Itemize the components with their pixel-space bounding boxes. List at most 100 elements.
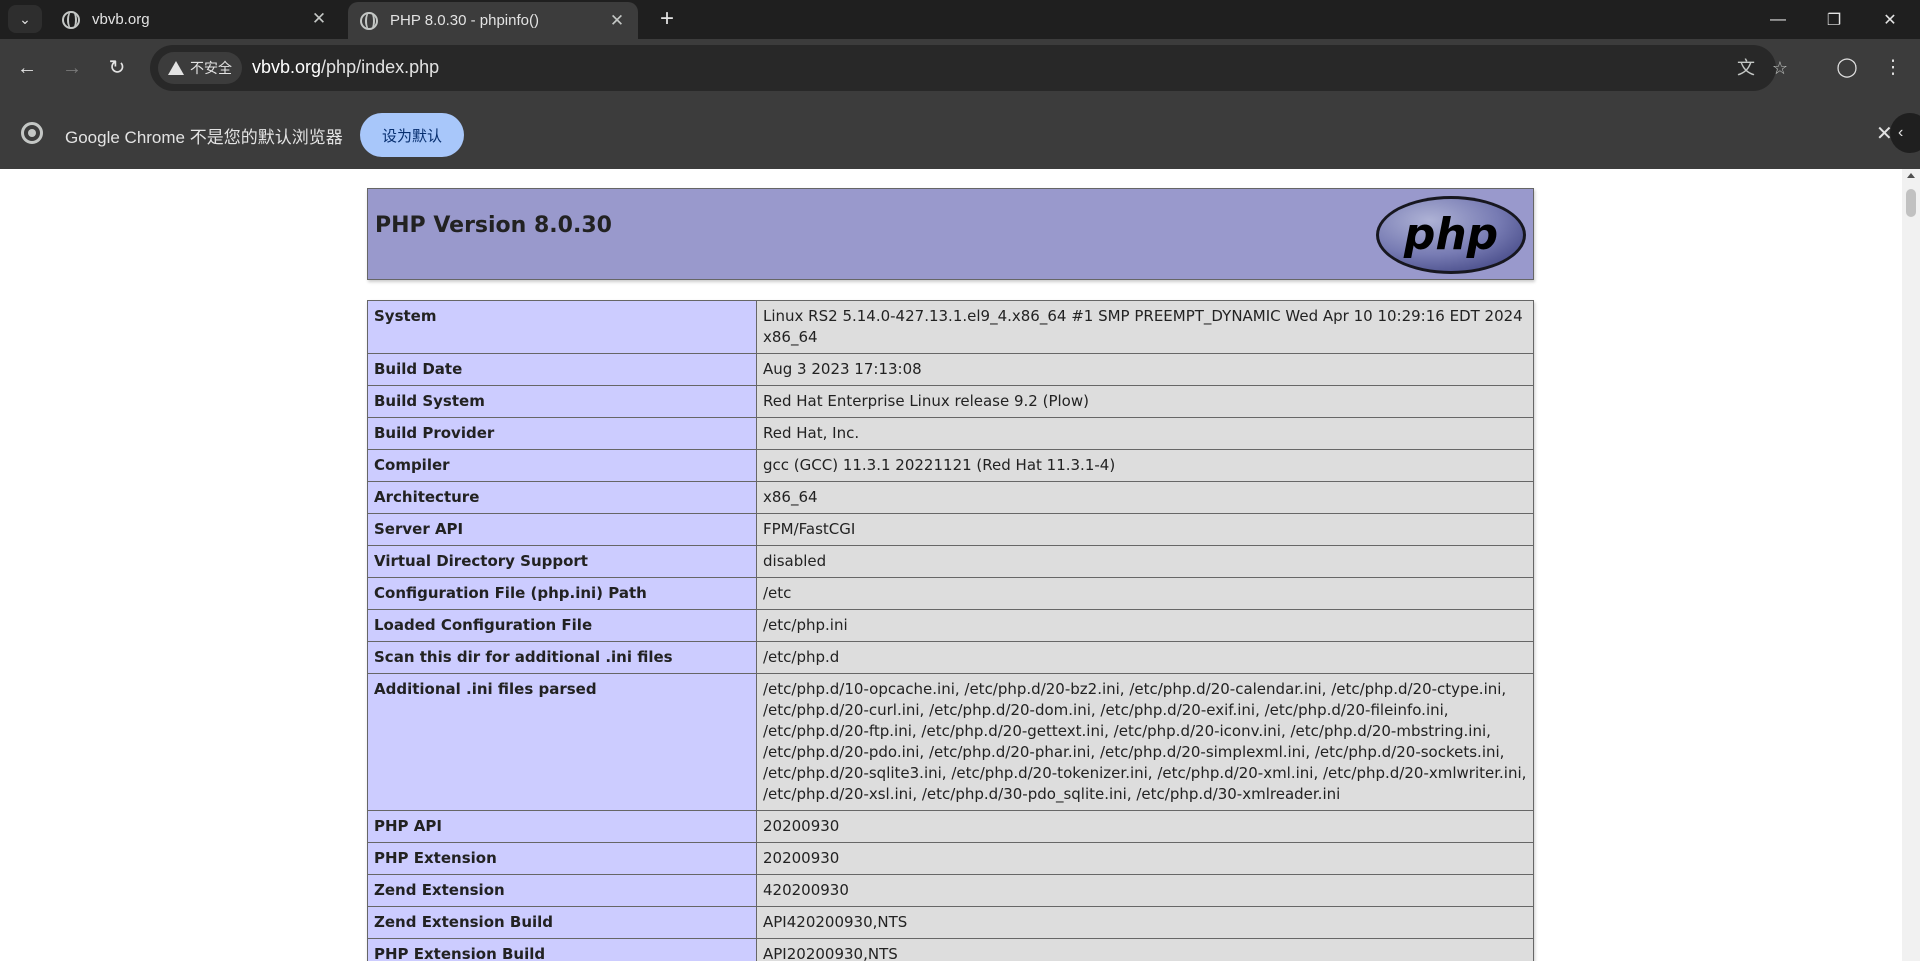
translate-icon[interactable]: 文 [1734,56,1758,80]
close-icon[interactable]: ✕ [608,12,626,30]
side-panel-toggle[interactable]: ‹ [1890,113,1920,153]
table-row: PHP Extension 20200930 [367,842,1534,875]
scrollbar-thumb[interactable] [1906,189,1916,217]
infobar-message: Google Chrome 不是您的默认浏览器 [65,128,343,147]
minimize-icon: — [1770,10,1786,28]
address-bar[interactable]: 不安全 vbvb.org/php/index.php 文 ☆ [150,45,1788,91]
globe-icon [62,10,80,29]
globe-icon [360,11,378,30]
table-row: Build System Red Hat Enterprise Linux rel… [367,385,1534,418]
table-row: Virtual Directory Support disabled [367,545,1534,578]
row-key: System [367,300,757,354]
table-row: PHP Extension Build API20200930,NTS [367,938,1534,961]
page-viewport: PHP Version 8.0.30 php System Linux RS2 5… [0,169,1920,961]
row-key: Server API [367,513,757,546]
row-value: Linux RS2 5.14.0-427.13.1.el9_4.x86_64 #… [756,300,1534,354]
star-icon[interactable]: ☆ [1768,56,1792,80]
plus-icon: + [659,5,674,32]
table-row: Loaded Configuration File/etc/php.ini [367,609,1534,642]
row-value: /etc/php.d [756,641,1534,674]
php-logo-icon[interactable]: php [1375,195,1527,275]
table-row: Zend Extension 420200930 [367,874,1534,907]
table-row: Scan this dir for additional .ini files /… [367,641,1534,674]
table-row: System Linux RS2 5.14.0-427.13.1.el9_4.x8… [367,300,1534,354]
row-value: API420200930,NTS [756,906,1534,939]
row-key: Zend Extension [367,874,757,907]
row-value: Red Hat, Inc. [756,417,1534,450]
row-key: PHP Extension [367,842,757,875]
page-title: PHP Version 8.0.30 [375,213,612,238]
row-key: Build System [367,385,757,418]
row-value: Aug 3 2023 17:13:08 [756,353,1534,386]
set-default-button[interactable]: 设为默认 [360,113,464,157]
browser-toolbar: ← → ↻ 不安全 vbvb.org/php/index.php 文 ☆ ◯ ⋮ [0,39,1920,97]
row-key: Virtual Directory Support [367,545,757,578]
row-value: API20200930,NTS [756,938,1534,961]
close-icon: ✕ [1883,11,1897,29]
row-key: Additional .ini files parsed [367,673,757,811]
table-row: Build Date Aug 3 2023 17:13:08 [367,353,1534,386]
chevron-down-icon: ⌄ [19,10,31,27]
row-value: FPM/FastCGI [756,513,1534,546]
security-chip[interactable]: 不安全 [158,52,242,84]
table-row: Zend Extension Build API420200930,NTS [367,906,1534,939]
restore-icon: ❐ [1826,11,1842,29]
tab-title: PHP 8.0.30 - phpinfo() [390,12,539,29]
tab-phpinfo[interactable]: PHP 8.0.30 - phpinfo() ✕ [348,2,638,39]
row-value: x86_64 [756,481,1534,514]
forward-button[interactable]: → [55,51,89,85]
row-key: PHP Extension Build [367,938,757,961]
restore-button[interactable]: ❐ [1806,0,1862,39]
minimize-button[interactable]: — [1750,0,1806,39]
phpinfo-container: PHP Version 8.0.30 php System Linux RS2 5… [367,188,1534,961]
warning-icon [168,61,184,75]
row-value: 20200930 [756,810,1534,843]
url-host: vbvb.org [252,57,322,77]
row-value: 420200930 [756,874,1534,907]
tab-vbvb[interactable]: vbvb.org ✕ [50,0,340,39]
row-key: Architecture [367,481,757,514]
close-icon[interactable]: ✕ [310,10,328,28]
tab-search-button[interactable]: ⌄ [8,5,42,33]
table-row: Compiler gcc (GCC) 11.3.1 20221121 (Red H… [367,449,1534,482]
url-path: /php/index.php [321,57,440,77]
row-key: Loaded Configuration File [367,609,757,642]
table-row: Additional .ini files parsed/etc/php.d/1… [367,673,1534,811]
row-key: PHP API [367,810,757,843]
row-key: Configuration File (php.ini) Path [367,577,757,610]
phpinfo-header: PHP Version 8.0.30 php [367,188,1534,280]
window-close-button[interactable]: ✕ [1862,0,1918,39]
row-value: /etc/php.ini [756,609,1534,642]
kebab-menu-icon: ⋮ [1883,57,1903,78]
table-row: Architecture x86_64 [367,481,1534,514]
reload-icon: ↻ [108,57,126,79]
menu-button[interactable]: ⋮ [1876,51,1910,85]
table-row: Configuration File (php.ini) Path/etc [367,577,1534,610]
table-row: PHP API 20200930 [367,810,1534,843]
security-label: 不安全 [190,60,232,76]
chrome-logo-icon [21,122,43,144]
reload-button[interactable]: ↻ [100,51,134,85]
url-text[interactable]: vbvb.org/php/index.php [252,57,439,78]
row-value: gcc (GCC) 11.3.1 20221121 (Red Hat 11.3.… [756,449,1534,482]
back-button[interactable]: ← [10,51,44,85]
tab-title: vbvb.org [92,11,150,28]
row-key: Build Date [367,353,757,386]
scroll-up-arrow-icon[interactable] [1907,173,1915,178]
row-key: Zend Extension Build [367,906,757,939]
new-tab-button[interactable]: + [652,4,682,34]
row-value: /etc [756,577,1534,610]
phpinfo-table: System Linux RS2 5.14.0-427.13.1.el9_4.x8… [367,300,1534,961]
row-key: Scan this dir for additional .ini files [367,641,757,674]
profile-button[interactable]: ◯ [1830,51,1864,85]
row-key: Build Provider [367,417,757,450]
tab-strip: ⌄ vbvb.org ✕ PHP 8.0.30 - phpinfo() ✕ + … [0,0,1920,39]
page-scrollbar[interactable] [1902,169,1920,961]
table-row: Build Provider Red Hat, Inc. [367,417,1534,450]
arrow-right-icon: → [62,57,82,79]
row-value: 20200930 [756,842,1534,875]
row-value: /etc/php.d/10-opcache.ini, /etc/php.d/20… [756,673,1534,811]
row-value: Red Hat Enterprise Linux release 9.2 (Pl… [756,385,1534,418]
row-key: Compiler [367,449,757,482]
default-browser-infobar: Google Chrome 不是您的默认浏览器 设为默认 ✕ ‹ [0,97,1920,169]
